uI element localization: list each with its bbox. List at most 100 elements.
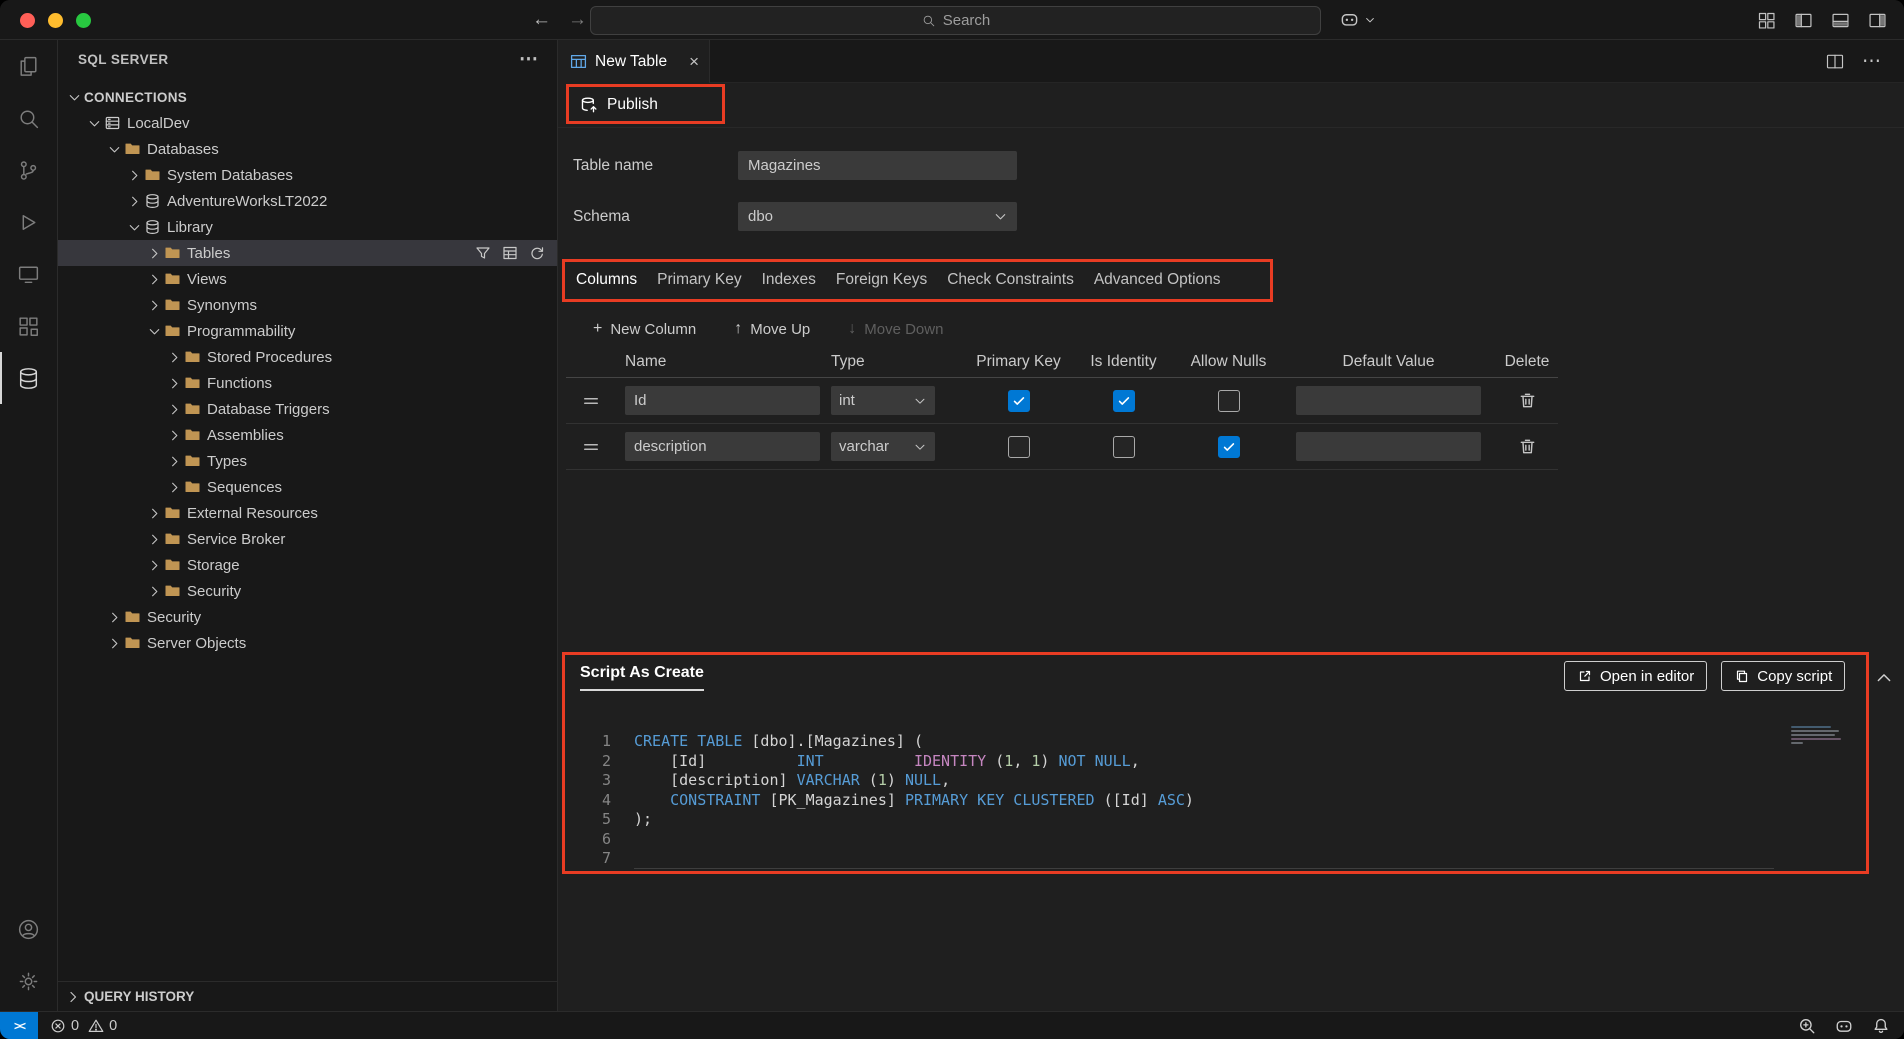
allow-nulls-checkbox[interactable] bbox=[1218, 390, 1240, 412]
tree-item-tables[interactable]: Tables bbox=[58, 240, 557, 266]
zoom-icon[interactable] bbox=[1798, 1017, 1816, 1035]
column-name-input[interactable] bbox=[625, 432, 820, 461]
more-actions-icon[interactable]: ⋯ bbox=[519, 48, 539, 71]
activity-bar-item-account[interactable] bbox=[0, 903, 57, 955]
designer-tab-strip: ColumnsPrimary KeyIndexesForeign KeysChe… bbox=[566, 261, 1231, 301]
chevron-right-icon bbox=[144, 583, 164, 599]
tree-item-system-databases[interactable]: System Databases bbox=[58, 162, 557, 188]
connections-tree: CONNECTIONS LocalDevDatabasesSystem Datab… bbox=[58, 84, 557, 656]
designer-tab-columns[interactable]: Columns bbox=[566, 261, 647, 301]
tree-item-functions[interactable]: Functions bbox=[58, 370, 557, 396]
more-actions-icon[interactable]: ⋯ bbox=[1862, 50, 1882, 73]
drag-handle-icon[interactable] bbox=[581, 391, 601, 411]
copilot-menu-button[interactable] bbox=[1340, 10, 1376, 29]
tree-item-stored-procedures[interactable]: Stored Procedures bbox=[58, 344, 557, 370]
designer-tab-check-constraints[interactable]: Check Constraints bbox=[937, 261, 1084, 301]
publish-button[interactable]: Publish bbox=[580, 90, 658, 120]
designer-tab-advanced-options[interactable]: Advanced Options bbox=[1084, 261, 1231, 301]
is-identity-checkbox[interactable] bbox=[1113, 390, 1135, 412]
is-identity-checkbox[interactable] bbox=[1113, 436, 1135, 458]
activity-bar-item-run-debug[interactable] bbox=[0, 196, 57, 248]
primary-key-checkbox[interactable] bbox=[1008, 436, 1030, 458]
minimize-window-button[interactable] bbox=[48, 13, 63, 28]
trash-icon[interactable] bbox=[1518, 437, 1537, 456]
close-tab-icon[interactable]: × bbox=[689, 53, 699, 70]
status-bar-right bbox=[1798, 1017, 1890, 1035]
tree-item-service-broker[interactable]: Service Broker bbox=[58, 526, 557, 552]
tree-item-assemblies[interactable]: Assemblies bbox=[58, 422, 557, 448]
chevron-up-icon[interactable] bbox=[1874, 668, 1894, 688]
activity-bar-item-remote-explorer[interactable] bbox=[0, 248, 57, 300]
activity-bar-item-source-control[interactable] bbox=[0, 144, 57, 196]
toggle-sidebar-left-icon[interactable] bbox=[1793, 10, 1814, 31]
tree-item-databases[interactable]: Databases bbox=[58, 136, 557, 162]
tree-item-localdev[interactable]: LocalDev bbox=[58, 110, 557, 136]
action-label: New Column bbox=[610, 321, 696, 338]
activity-bar-item-extensions[interactable] bbox=[0, 300, 57, 352]
open-in-editor-button[interactable]: Open in editor bbox=[1564, 661, 1707, 691]
table-name-input[interactable] bbox=[738, 151, 1017, 180]
chevron-right-icon bbox=[164, 453, 184, 469]
remote-indicator[interactable]: >< bbox=[0, 1012, 38, 1039]
problems-status[interactable]: 0 0 bbox=[50, 1018, 121, 1034]
toggle-panel-icon[interactable] bbox=[1830, 10, 1851, 31]
refresh-icon[interactable] bbox=[529, 245, 545, 261]
action-label: Move Down bbox=[864, 321, 943, 338]
tree-item-external-resources[interactable]: External Resources bbox=[58, 500, 557, 526]
close-window-button[interactable] bbox=[20, 13, 35, 28]
activity-bar-items bbox=[0, 40, 57, 404]
tab-new-table[interactable]: New Table × bbox=[558, 40, 710, 83]
split-editor-icon[interactable] bbox=[1825, 52, 1845, 72]
schema-select[interactable]: dbo bbox=[738, 202, 1017, 231]
designer-tab-indexes[interactable]: Indexes bbox=[752, 261, 826, 301]
allow-nulls-checkbox[interactable] bbox=[1218, 436, 1240, 458]
tree-item-library[interactable]: Library bbox=[58, 214, 557, 240]
column-name-input[interactable] bbox=[625, 386, 820, 415]
tree-item-label: CONNECTIONS bbox=[84, 90, 187, 105]
editor-area: New Table × ⋯ Publish Table name Schema bbox=[558, 40, 1904, 1011]
designer-tab-foreign-keys[interactable]: Foreign Keys bbox=[826, 261, 937, 301]
search-command-center[interactable]: Search bbox=[590, 6, 1321, 35]
new-column-button[interactable]: +New Column bbox=[593, 321, 696, 338]
tree-item-server-objects[interactable]: Server Objects bbox=[58, 630, 557, 656]
designer-tab-primary-key[interactable]: Primary Key bbox=[647, 261, 751, 301]
tree-item-security[interactable]: Security bbox=[58, 578, 557, 604]
tree-item-database-triggers[interactable]: Database Triggers bbox=[58, 396, 557, 422]
column-type-select[interactable]: int bbox=[831, 386, 935, 415]
column-type-select[interactable]: varchar bbox=[831, 432, 935, 461]
navigate-forward-icon[interactable]: → bbox=[568, 9, 587, 31]
table-grid-icon[interactable] bbox=[502, 245, 518, 261]
toggle-sidebar-right-icon[interactable] bbox=[1867, 10, 1888, 31]
navigate-back-icon[interactable]: ← bbox=[532, 9, 551, 31]
tree-item-views[interactable]: Views bbox=[58, 266, 557, 292]
filter-icon[interactable] bbox=[475, 245, 491, 261]
tree-item-sequences[interactable]: Sequences bbox=[58, 474, 557, 500]
tree-item-connections[interactable]: CONNECTIONS bbox=[58, 84, 557, 110]
tree-item-synonyms[interactable]: Synonyms bbox=[58, 292, 557, 318]
tree-item-storage[interactable]: Storage bbox=[58, 552, 557, 578]
maximize-window-button[interactable] bbox=[76, 13, 91, 28]
primary-key-checkbox[interactable] bbox=[1008, 390, 1030, 412]
bell-icon[interactable] bbox=[1872, 1017, 1890, 1035]
activity-bar-item-explorer[interactable] bbox=[0, 40, 57, 92]
tree-item-security[interactable]: Security bbox=[58, 604, 557, 630]
tree-item-label: Types bbox=[207, 453, 247, 470]
code-text: [description] VARCHAR (1) NULL, bbox=[611, 771, 950, 791]
search-placeholder: Search bbox=[943, 12, 991, 29]
activity-bar-item-settings[interactable] bbox=[0, 955, 57, 1007]
customize-layout-icon[interactable] bbox=[1756, 10, 1777, 31]
tree-item-adventureworkslt2022[interactable]: AdventureWorksLT2022 bbox=[58, 188, 557, 214]
move-up-button[interactable]: ↑Move Up bbox=[734, 321, 810, 338]
activity-bar-item-search[interactable] bbox=[0, 92, 57, 144]
query-history-section[interactable]: QUERY HISTORY bbox=[58, 981, 557, 1011]
drag-handle-icon[interactable] bbox=[581, 437, 601, 457]
default-value-input[interactable] bbox=[1296, 386, 1481, 415]
activity-bar-item-sql-server[interactable] bbox=[0, 352, 57, 404]
tree-item-programmability[interactable]: Programmability bbox=[58, 318, 557, 344]
copy-script-button[interactable]: Copy script bbox=[1721, 661, 1845, 691]
tree-item-types[interactable]: Types bbox=[58, 448, 557, 474]
trash-icon[interactable] bbox=[1518, 391, 1537, 410]
script-code[interactable]: 1CREATE TABLE [dbo].[Magazines] (2 [Id] … bbox=[566, 732, 1194, 869]
copilot-icon[interactable] bbox=[1835, 1017, 1853, 1035]
default-value-input[interactable] bbox=[1296, 432, 1481, 461]
